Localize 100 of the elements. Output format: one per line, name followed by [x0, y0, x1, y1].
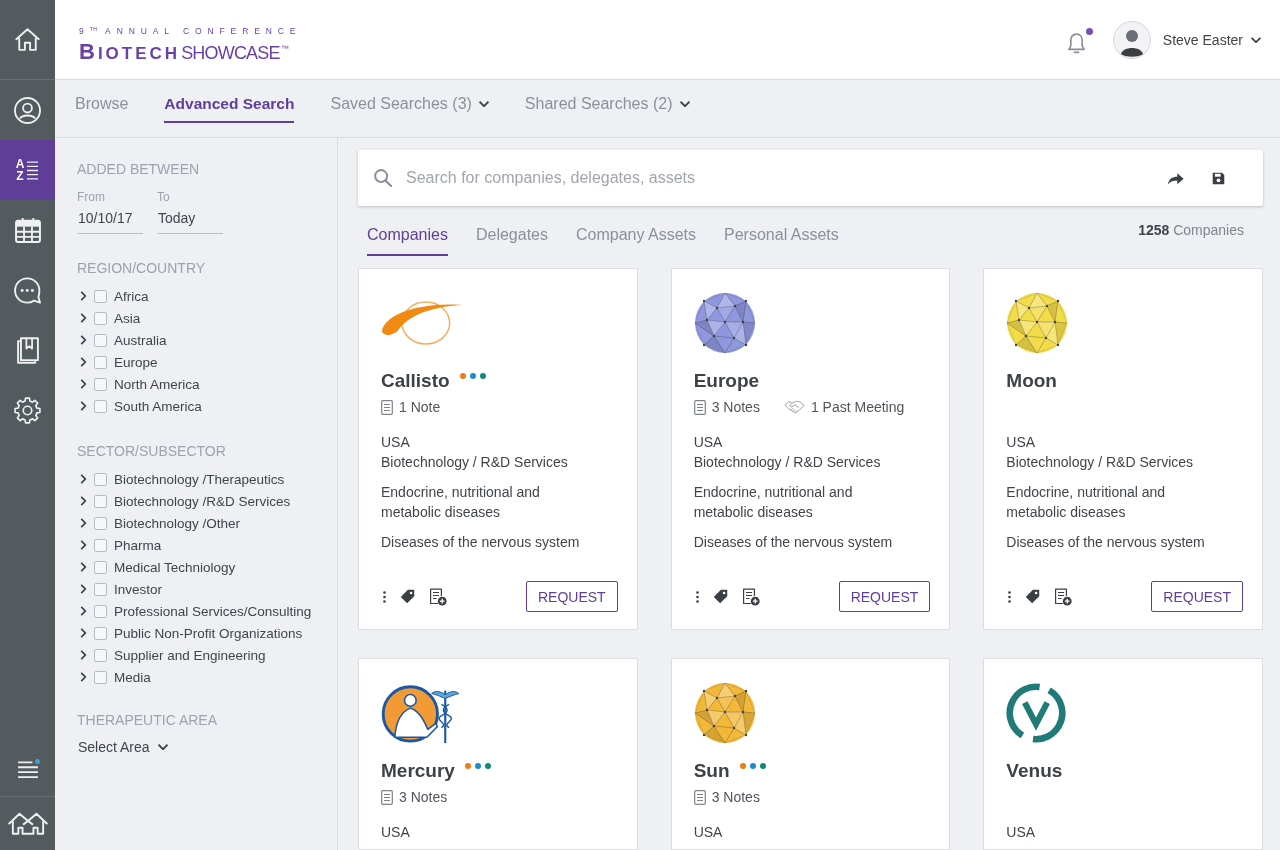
checkbox-label[interactable]: Pharma	[114, 537, 162, 553]
to-date-field[interactable]: Today	[158, 209, 223, 234]
more-options-button[interactable]	[383, 590, 386, 603]
checkbox-label[interactable]: Africa	[114, 288, 149, 304]
tag-button[interactable]	[400, 589, 415, 604]
add-note-button[interactable]	[429, 587, 447, 606]
share-arrow-icon	[1167, 171, 1184, 185]
section-heading: THERAPEUTIC AREA	[77, 711, 218, 730]
results-tab[interactable]: Companies	[367, 220, 448, 256]
expand-chevron-icon[interactable]	[80, 474, 87, 484]
tag-button[interactable]	[1025, 589, 1041, 604]
checkbox[interactable]	[94, 648, 107, 662]
checkbox-label[interactable]: Media	[114, 669, 151, 685]
expand-chevron-icon[interactable]	[80, 357, 87, 367]
checkbox[interactable]	[94, 626, 107, 640]
expand-chevron-icon[interactable]	[80, 335, 87, 345]
logo-wordmark-bold: BIOTECH	[79, 41, 181, 65]
checkbox[interactable]	[94, 399, 107, 413]
company-name[interactable]: Callisto	[381, 370, 450, 392]
checkbox-label[interactable]: Supplier and Engineering	[114, 647, 266, 663]
expand-chevron-icon[interactable]	[80, 379, 87, 389]
request-button[interactable]: REQUEST	[838, 581, 931, 612]
checkbox[interactable]	[94, 355, 107, 369]
expand-chevron-icon[interactable]	[80, 628, 87, 638]
notes-count: 1 Note	[399, 399, 441, 415]
add-note-icon	[429, 587, 447, 606]
tag-button[interactable]	[712, 589, 728, 604]
chevron-down-icon	[1251, 37, 1261, 43]
notes-count: 3 Notes	[711, 789, 760, 805]
checkbox-label[interactable]: Investor	[114, 581, 163, 597]
nav-tab[interactable]: Advanced Search	[164, 93, 295, 123]
checkbox-label[interactable]: North America	[114, 376, 200, 392]
checkbox-label[interactable]: Biotechnology /Therapeutics	[114, 471, 285, 487]
therapeutic-area-text: Diseases of the nervous system	[693, 533, 894, 552]
area-dropdown[interactable]: Select Area	[78, 737, 168, 757]
handshake-icon	[783, 400, 805, 414]
company-name[interactable]: Venus	[1006, 760, 1063, 782]
country-text: USA	[381, 823, 411, 842]
search-icon	[374, 169, 392, 187]
checkbox-label[interactable]: Biotechnology /R&D Services	[114, 493, 291, 509]
expand-chevron-icon[interactable]	[80, 606, 87, 616]
checkbox[interactable]	[94, 377, 107, 391]
from-date-field[interactable]: 10/10/17	[78, 209, 143, 234]
more-options-button[interactable]	[695, 590, 699, 603]
expand-chevron-icon[interactable]	[80, 672, 87, 682]
settings-icon	[14, 396, 41, 424]
checkbox[interactable]	[94, 333, 107, 347]
expand-chevron-icon[interactable]	[80, 584, 87, 594]
expand-chevron-icon[interactable]	[80, 291, 87, 301]
expand-chevron-icon[interactable]	[80, 518, 87, 528]
expand-chevron-icon[interactable]	[80, 313, 87, 323]
checkbox-label[interactable]: Asia	[114, 310, 141, 326]
checkbox[interactable]	[94, 582, 107, 596]
expand-chevron-icon[interactable]	[80, 650, 87, 660]
expand-chevron-icon[interactable]	[80, 401, 87, 411]
save-button[interactable]	[1212, 171, 1225, 185]
checkbox[interactable]	[94, 516, 107, 530]
checkbox[interactable]	[94, 311, 107, 325]
user-menu-button[interactable]: Steve Easter	[1112, 21, 1261, 59]
kebab-menu-icon	[383, 590, 386, 603]
checkbox[interactable]	[94, 538, 107, 552]
search-box[interactable]: Search for companies, delegates, assets	[358, 150, 1263, 206]
sort-button[interactable]: A Z	[0, 140, 55, 200]
bell-icon	[1067, 32, 1085, 54]
checkbox[interactable]	[94, 472, 107, 486]
user-circle-icon	[14, 96, 41, 124]
houses-icon	[7, 812, 48, 835]
more-options-button[interactable]	[1008, 590, 1012, 603]
company-name[interactable]: Europe	[693, 370, 760, 392]
checkbox[interactable]	[94, 494, 107, 508]
request-button[interactable]: REQUEST	[1151, 581, 1243, 612]
company-name[interactable]: Moon	[1006, 370, 1057, 392]
checkbox-label[interactable]: Professional Services/Consulting	[114, 603, 312, 619]
checkbox[interactable]	[94, 560, 107, 574]
company-name[interactable]: Mercury	[381, 760, 455, 782]
expand-chevron-icon[interactable]	[80, 496, 87, 506]
chevron-down-icon	[157, 744, 168, 750]
expand-chevron-icon[interactable]	[80, 540, 87, 550]
add-note-button[interactable]	[741, 587, 760, 606]
search-field[interactable]: Search for companies, delegates, assets	[406, 166, 1139, 190]
section-heading: REGION/COUNTRY	[77, 259, 206, 278]
checkbox-label[interactable]: Public Non-Profit Organizations	[114, 625, 303, 641]
country-text: USA	[381, 433, 411, 452]
result-count: 1258 Companies	[1138, 221, 1244, 240]
section-heading: ADDED BETWEEN	[77, 160, 200, 179]
checkbox-label[interactable]: South America	[114, 398, 202, 414]
company-name[interactable]: Sun	[693, 760, 730, 782]
expand-chevron-icon[interactable]	[80, 562, 87, 572]
add-note-button[interactable]	[1054, 587, 1073, 606]
therapeutic-area-text: Endocrine, nutritional and metabolic diseases	[1006, 483, 1167, 522]
share-button[interactable]	[1167, 171, 1184, 185]
checkbox[interactable]	[94, 670, 107, 684]
checkbox-label[interactable]: Medical Techniology	[114, 559, 236, 575]
checkbox[interactable]	[94, 604, 107, 618]
checkbox-label[interactable]: Australia	[114, 332, 167, 348]
checkbox[interactable]	[94, 289, 107, 303]
request-button[interactable]: REQUEST	[525, 581, 618, 612]
checkbox-label[interactable]: Biotechnology /Other	[114, 515, 241, 531]
country-text: USA	[1006, 433, 1037, 452]
checkbox-label[interactable]: Europe	[114, 354, 158, 370]
